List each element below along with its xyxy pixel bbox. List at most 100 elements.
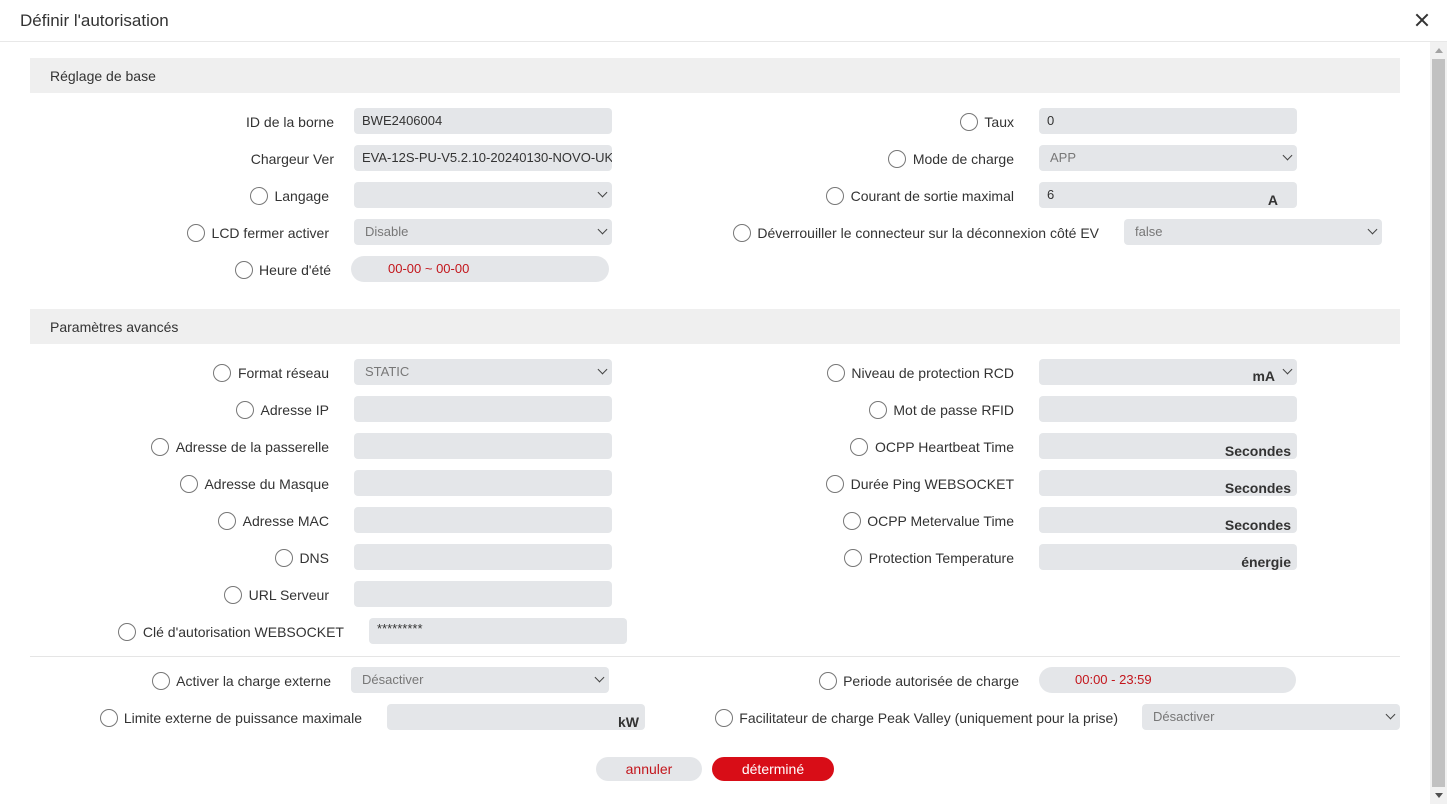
activer-charge-radio[interactable] bbox=[152, 672, 170, 690]
url-field[interactable] bbox=[354, 581, 612, 607]
authorization-dialog: Définir l'autorisation Réglage de base I… bbox=[0, 0, 1447, 804]
taux-radio[interactable] bbox=[960, 113, 978, 131]
format-reseau-value: STATIC bbox=[365, 364, 410, 379]
courant-max-value: 6 bbox=[1047, 187, 1055, 202]
courant-max-radio[interactable] bbox=[826, 187, 844, 205]
periode-radio[interactable] bbox=[819, 672, 837, 690]
divider bbox=[30, 656, 1400, 657]
summer-time-label: Heure d'été bbox=[259, 262, 331, 278]
taux-label: Taux bbox=[984, 114, 1014, 130]
courant-unit: A bbox=[1267, 192, 1278, 208]
scrollbar-thumb[interactable] bbox=[1432, 59, 1445, 787]
ws-key-field[interactable]: ********* bbox=[369, 618, 627, 644]
activer-charge-value: Désactiver bbox=[362, 672, 424, 687]
heartbeat-unit: Secondes bbox=[1224, 443, 1291, 459]
confirm-button[interactable]: déterminé bbox=[712, 757, 834, 781]
section-basic-settings: Réglage de base bbox=[30, 58, 1400, 93]
rcd-select[interactable]: mA bbox=[1039, 359, 1297, 385]
periode-range[interactable]: 00:00 - 23:59 bbox=[1039, 667, 1296, 693]
format-reseau-radio[interactable] bbox=[213, 364, 231, 382]
chevron-down-icon bbox=[1283, 153, 1291, 161]
metervalue-field[interactable]: Secondes bbox=[1039, 507, 1297, 533]
mode-charge-select[interactable]: APP bbox=[1039, 145, 1297, 171]
ping-field[interactable]: Secondes bbox=[1039, 470, 1297, 496]
lcd-select[interactable]: Disable bbox=[354, 219, 612, 245]
peak-valley-value: Désactiver bbox=[1153, 709, 1215, 724]
close-icon[interactable] bbox=[1413, 11, 1431, 29]
unlock-radio[interactable] bbox=[733, 224, 751, 242]
dns-radio[interactable] bbox=[275, 549, 293, 567]
limite-field[interactable]: kW bbox=[387, 704, 645, 730]
metervalue-label: OCPP Metervalue Time bbox=[867, 513, 1014, 529]
dns-field[interactable] bbox=[354, 544, 612, 570]
metervalue-radio[interactable] bbox=[843, 512, 861, 530]
chevron-down-icon bbox=[1283, 367, 1291, 375]
peak-valley-radio[interactable] bbox=[715, 709, 733, 727]
summer-time-range[interactable]: 00-00 ~ 00-00 bbox=[351, 256, 609, 282]
ping-radio[interactable] bbox=[826, 475, 844, 493]
summer-time-radio[interactable] bbox=[235, 261, 253, 279]
rcd-unit: mA bbox=[1252, 368, 1275, 384]
courant-max-field[interactable]: 6 A bbox=[1039, 182, 1297, 208]
passerelle-field[interactable] bbox=[354, 433, 612, 459]
adresse-ip-radio[interactable] bbox=[236, 401, 254, 419]
chevron-down-icon bbox=[1386, 712, 1394, 720]
scrollbar[interactable] bbox=[1430, 42, 1447, 804]
limite-label: Limite externe de puissance maximale bbox=[123, 710, 362, 726]
format-reseau-label: Format réseau bbox=[237, 365, 329, 381]
heartbeat-radio[interactable] bbox=[850, 438, 868, 456]
passerelle-label: Adresse de la passerelle bbox=[175, 439, 329, 455]
lcd-radio[interactable] bbox=[187, 224, 205, 242]
mode-charge-label: Mode de charge bbox=[912, 151, 1014, 167]
borne-id-field[interactable]: BWE2406004 bbox=[354, 108, 612, 134]
url-radio[interactable] bbox=[224, 586, 242, 604]
masque-field[interactable] bbox=[354, 470, 612, 496]
rfid-field[interactable] bbox=[1039, 396, 1297, 422]
langage-radio[interactable] bbox=[250, 187, 268, 205]
langage-select[interactable] bbox=[354, 182, 612, 208]
adresse-ip-field[interactable] bbox=[354, 396, 612, 422]
unlock-select[interactable]: false bbox=[1124, 219, 1382, 245]
masque-label: Adresse du Masque bbox=[204, 476, 329, 492]
heartbeat-field[interactable]: Secondes bbox=[1039, 433, 1297, 459]
ws-key-label: Clé d'autorisation WEBSOCKET bbox=[142, 624, 344, 640]
peak-valley-select[interactable]: Désactiver bbox=[1142, 704, 1400, 730]
temperature-radio[interactable] bbox=[844, 549, 862, 567]
mac-field[interactable] bbox=[354, 507, 612, 533]
courant-max-label: Courant de sortie maximal bbox=[850, 188, 1014, 204]
chevron-down-icon bbox=[1368, 227, 1376, 235]
cancel-button[interactable]: annuler bbox=[596, 757, 702, 781]
limite-radio[interactable] bbox=[100, 709, 118, 727]
mac-radio[interactable] bbox=[218, 512, 236, 530]
temperature-field[interactable]: énergie bbox=[1039, 544, 1297, 570]
masque-radio[interactable] bbox=[180, 475, 198, 493]
scroll-down-arrow-icon[interactable] bbox=[1430, 787, 1447, 804]
charger-ver-field[interactable]: EVA-12S-PU-V5.2.10-20240130-NOVO-UK bbox=[354, 145, 612, 171]
mode-charge-radio[interactable] bbox=[888, 150, 906, 168]
passerelle-radio[interactable] bbox=[151, 438, 169, 456]
rfid-radio[interactable] bbox=[869, 401, 887, 419]
rcd-radio[interactable] bbox=[827, 364, 845, 382]
rfid-label: Mot de passe RFID bbox=[893, 402, 1014, 418]
activer-charge-select[interactable]: Désactiver bbox=[351, 667, 609, 693]
format-reseau-select[interactable]: STATIC bbox=[354, 359, 612, 385]
lcd-value: Disable bbox=[365, 224, 409, 239]
taux-field[interactable]: 0 bbox=[1039, 108, 1297, 134]
mac-label: Adresse MAC bbox=[242, 513, 329, 529]
section-title: Paramètres avancés bbox=[50, 319, 179, 335]
dns-label: DNS bbox=[299, 550, 329, 566]
temperature-label: Protection Temperature bbox=[868, 550, 1014, 566]
ws-key-radio[interactable] bbox=[118, 623, 136, 641]
lcd-label: LCD fermer activer bbox=[211, 225, 329, 241]
heartbeat-label: OCPP Heartbeat Time bbox=[874, 439, 1014, 455]
scroll-up-arrow-icon[interactable] bbox=[1430, 42, 1447, 59]
dialog-title: Définir l'autorisation bbox=[20, 11, 169, 30]
chevron-down-icon bbox=[598, 367, 606, 375]
peak-valley-label: Facilitateur de charge Peak Valley (uniq… bbox=[739, 710, 1118, 726]
ping-label: Durée Ping WEBSOCKET bbox=[850, 476, 1014, 492]
periode-label: Periode autorisée de charge bbox=[843, 673, 1019, 689]
metervalue-unit: Secondes bbox=[1224, 517, 1291, 533]
ping-unit: Secondes bbox=[1224, 480, 1291, 496]
unlock-label: Déverrouiller le connecteur sur la décon… bbox=[757, 225, 1099, 241]
rcd-label: Niveau de protection RCD bbox=[851, 365, 1014, 381]
